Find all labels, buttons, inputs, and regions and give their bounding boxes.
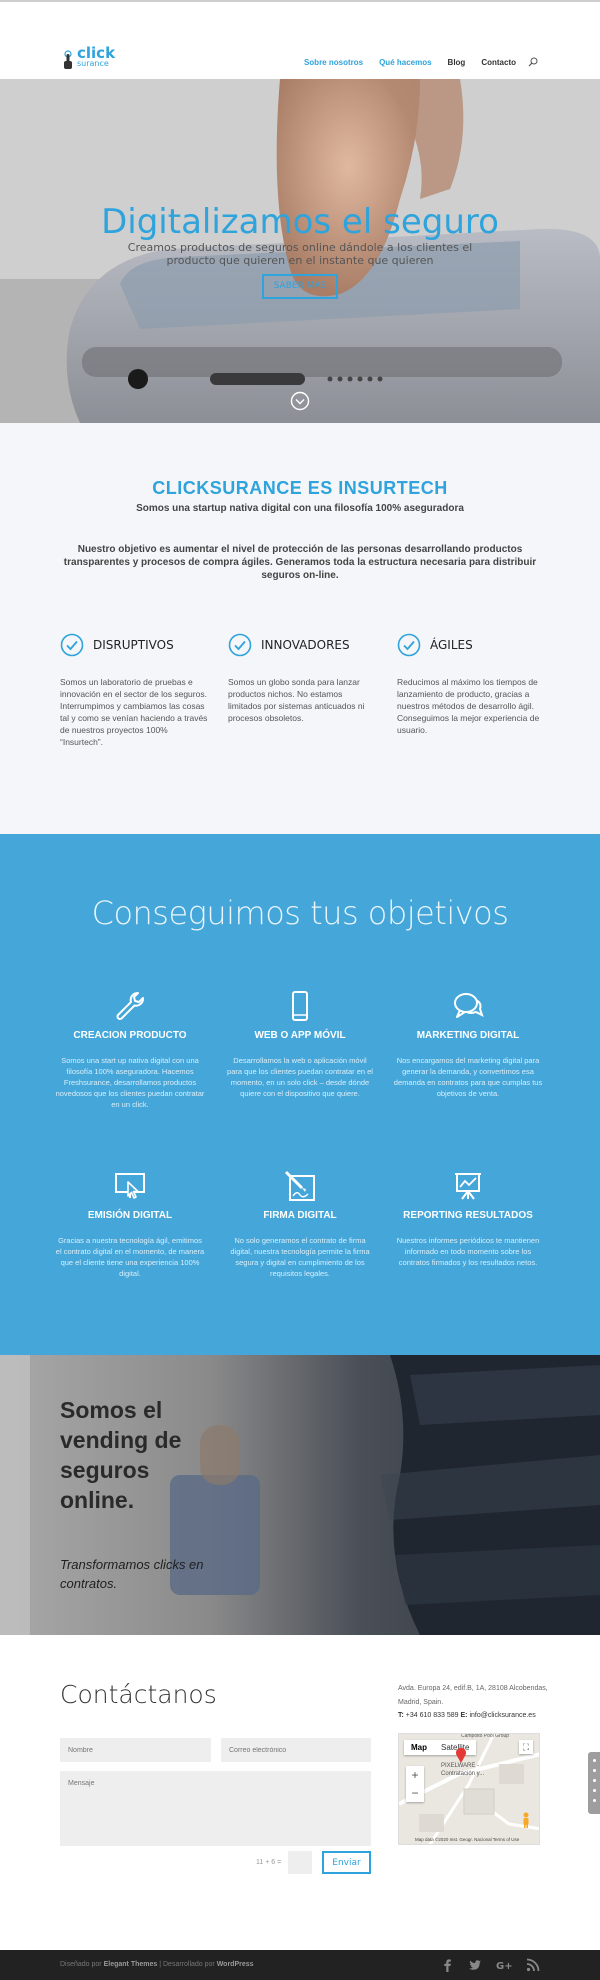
feature-title: INNOVADORES xyxy=(261,638,350,652)
google-plus-icon[interactable]: G+ xyxy=(496,1958,512,1972)
service-text: Nuestros informes periódicos te mantiene… xyxy=(396,1236,540,1267)
check-circle-icon xyxy=(397,633,421,657)
vending-subtitle: Transformamos clicks en contratos. xyxy=(60,1557,204,1591)
service-text: Nos encargamos del marketing digital par… xyxy=(393,1056,543,1098)
screen-cursor-icon xyxy=(115,1173,145,1199)
service-emision-digital: EMISIÓN DIGITAL Gracias a nuestra tecnol… xyxy=(55,1170,205,1279)
rss-icon[interactable] xyxy=(526,1958,540,1972)
feature-title: ÁGILES xyxy=(430,638,473,652)
services-section: Conseguimos tus objetivos CREACION PRODU… xyxy=(0,834,600,1355)
footer-prefix: Diseñado por xyxy=(60,1961,102,1968)
service-title: WEB O APP MÓVIL xyxy=(254,1030,346,1041)
email-field[interactable] xyxy=(221,1738,371,1762)
facebook-icon[interactable] xyxy=(440,1958,454,1972)
pegman-icon[interactable] xyxy=(521,1812,531,1828)
service-text: Desarrollamos la web o aplicación móvil … xyxy=(227,1056,373,1098)
nav-contacto[interactable]: Contacto xyxy=(481,58,516,67)
service-web-app: WEB O APP MÓVIL Desarrollamos la web o a… xyxy=(225,990,375,1099)
footer-social: G+ xyxy=(426,1958,540,1972)
email-label: E: xyxy=(460,1712,468,1719)
chat-bubbles-icon xyxy=(454,993,484,1018)
presentation-chart-icon xyxy=(455,1173,481,1200)
twitter-icon[interactable] xyxy=(468,1958,482,1972)
feature-title: DISRUPTIVOS xyxy=(93,638,174,652)
service-title: REPORTING RESULTADOS xyxy=(403,1210,533,1221)
services-title: Conseguimos tus objetivos xyxy=(91,894,509,932)
zoom-in-button[interactable]: + xyxy=(406,1766,424,1784)
service-marketing-digital: MARKETING DIGITAL Nos encargamos del mar… xyxy=(393,990,543,1099)
map-tab[interactable]: Map xyxy=(404,1740,434,1755)
fullscreen-icon[interactable]: ⛶ xyxy=(519,1740,533,1754)
footer-designer-link[interactable]: Elegant Themes xyxy=(104,1961,158,1968)
contact-phone-email: T: +34 610 833 589 E: info@clicksurance.… xyxy=(398,1712,548,1719)
service-text: Gracias a nuestra tecnología ágil, emiti… xyxy=(55,1236,205,1278)
name-field[interactable] xyxy=(60,1738,211,1762)
message-field[interactable] xyxy=(60,1771,371,1846)
wrench-icon xyxy=(116,992,144,1020)
service-firma-digital: FIRMA DIGITAL No solo generamos el contr… xyxy=(225,1170,375,1279)
service-creacion-producto: CREACION PRODUCTO Somos una start up nat… xyxy=(55,990,205,1110)
google-map[interactable]: Campolto Pool Group Map Satellite ⛶ PIXE… xyxy=(398,1733,540,1845)
service-title: EMISIÓN DIGITAL xyxy=(87,1210,173,1221)
main-nav: Sobre nosotros Qué hacemos Blog Contacto xyxy=(288,57,538,67)
footer-platform-link[interactable]: WordPress xyxy=(217,1961,254,1968)
service-text: No solo generamos el contrato de firma d… xyxy=(230,1236,370,1278)
email-address[interactable]: info@clicksurance.es xyxy=(469,1712,535,1719)
service-title: FIRMA DIGITAL xyxy=(263,1210,337,1221)
footer-middle: | Desarrollado por xyxy=(159,1961,215,1968)
footer-credits: Diseñado por Elegant Themes | Desarrolla… xyxy=(60,1961,254,1968)
contact-address: Avda. Europa 24, edif.B, 1A, 28108 Alcob… xyxy=(398,1685,548,1706)
svg-text:G+: G+ xyxy=(496,1961,512,1972)
nav-blog[interactable]: Blog xyxy=(448,58,466,67)
hero-title: Digitalizamos el seguro xyxy=(101,202,499,242)
nav-sobre-nosotros[interactable]: Sobre nosotros xyxy=(304,58,363,67)
zoom-out-button[interactable]: − xyxy=(406,1784,424,1802)
phone-number[interactable]: +34 610 833 589 xyxy=(406,1712,459,1719)
hero-saber-mas-button[interactable]: SABER MÁS xyxy=(262,274,338,299)
hero-section: Digitalizamos el seguro Creamos producto… xyxy=(0,79,600,423)
check-circle-icon xyxy=(60,633,84,657)
nav-que-hacemos[interactable]: Qué hacemos xyxy=(379,58,431,67)
about-subtitle: Somos una startup nativa digital con una… xyxy=(136,503,464,514)
send-button[interactable]: Enviar xyxy=(322,1851,371,1874)
map-zoom-controls: + − xyxy=(406,1766,424,1802)
dot-nav-item[interactable] xyxy=(592,1799,596,1802)
about-section: CLICKSURANCE ES INSURTECH Somos una star… xyxy=(0,423,600,834)
section-dots-nav[interactable] xyxy=(588,1752,600,1814)
check-circle-icon xyxy=(228,633,252,657)
service-reporting-resultados: REPORTING RESULTADOS Nuestros informes p… xyxy=(393,1170,543,1268)
site-header: click surance Sobre nosotros Qué hacemos… xyxy=(0,2,600,79)
dot-nav-item[interactable] xyxy=(592,1759,596,1762)
dot-nav-item[interactable] xyxy=(592,1789,596,1792)
feature-text: Reducimos al máximo los tiempos de lanza… xyxy=(397,677,540,735)
captcha-question: 11 + 6 = xyxy=(256,1859,282,1866)
map-place-label: PIXELWARE - Contratación y... xyxy=(441,1763,485,1777)
site-footer: Diseñado por Elegant Themes | Desarrolla… xyxy=(0,1950,600,1980)
vending-title: Somos el vending de seguros online. xyxy=(60,1397,182,1513)
service-text: Somos una start up nativa digital con un… xyxy=(55,1056,205,1109)
about-title: CLICKSURANCE ES INSURTECH xyxy=(152,478,448,498)
service-title: CREACION PRODUCTO xyxy=(73,1030,187,1041)
map-attribution: Map data ©2020 Inst. Geogr. Nacional Ter… xyxy=(415,1837,520,1842)
mobile-phone-icon xyxy=(292,991,308,1021)
dot-nav-item[interactable] xyxy=(592,1779,596,1782)
phone-label: T: xyxy=(398,1712,404,1719)
map-place-top: Campolto Pool Group xyxy=(461,1733,510,1739)
vending-section: Somos el vending de seguros online. Tran… xyxy=(0,1355,600,1635)
feature-text: Somos un laboratorio de pruebas e innova… xyxy=(60,677,208,747)
logo[interactable]: click surance xyxy=(62,44,122,72)
logo-secondary-text: surance xyxy=(77,59,109,68)
chevron-down-circle-icon[interactable] xyxy=(290,391,310,411)
signature-pen-icon xyxy=(284,1170,315,1201)
hero-subtitle: Creamos productos de seguros online dánd… xyxy=(127,241,473,267)
service-title: MARKETING DIGITAL xyxy=(416,1030,520,1041)
captcha-input[interactable] xyxy=(288,1851,312,1874)
search-icon[interactable] xyxy=(528,57,538,67)
feature-text: Somos un globo sonda para lanzar product… xyxy=(228,677,365,723)
about-text: Nuestro objetivo es aumentar el nivel de… xyxy=(63,544,537,581)
contact-section: Contáctanos 11 + 6 = Enviar Avda. Europa… xyxy=(0,1635,600,1950)
logo-hand-icon xyxy=(64,50,72,69)
contact-title: Contáctanos xyxy=(60,1680,217,1709)
dot-nav-item[interactable] xyxy=(592,1769,596,1772)
